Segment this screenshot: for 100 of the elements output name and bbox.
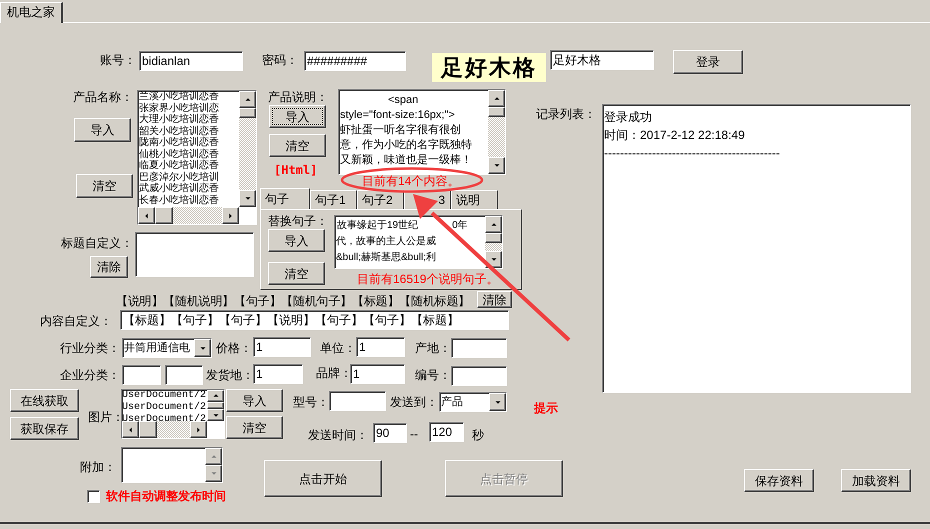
- input-field[interactable]: [122, 365, 161, 385]
- log-line: --------------------------------------------: [604, 145, 781, 162]
- input-field[interactable]: 1: [253, 337, 311, 357]
- captcha-image: 足好木格: [432, 53, 546, 82]
- input-field[interactable]: [165, 365, 203, 385]
- list-item[interactable]: 张家界小吃培训恋: [138, 102, 239, 114]
- field-label: 账号：: [100, 53, 136, 67]
- save-button[interactable]: 保存资料: [744, 469, 814, 492]
- list-item[interactable]: 仙桃小吃培训恋香: [138, 148, 239, 160]
- window-tab[interactable]: 机电之家: [0, 2, 63, 23]
- sentence-tab[interactable]: 句子: [260, 188, 310, 209]
- field-label: 附加：: [80, 460, 116, 474]
- input-field[interactable]: [451, 338, 507, 358]
- vertical-scrollbar[interactable]: [239, 91, 256, 207]
- horizontal-scrollbar[interactable]: [138, 207, 239, 224]
- sentence-tab[interactable]: 说明: [451, 190, 498, 209]
- scroll-thumb[interactable]: [239, 108, 256, 118]
- text-line: 代，故事的主人公是威: [336, 234, 436, 249]
- content-field[interactable]: 【标题】【句子】【句子】【说明】【句子】【句子】【标题】: [120, 310, 509, 330]
- scroll-right-button[interactable]: [190, 421, 207, 438]
- clear-button[interactable]: 清空: [76, 174, 133, 198]
- description-textarea[interactable]: <span style="font-size:16px;"> 虾扯蛋一听名字很有很创 意，作为小吃的名字既独特 又新颖，味道也是一级棒！: [338, 89, 506, 175]
- triangle-arrow-icon: [144, 212, 149, 220]
- auto-adjust-checkbox[interactable]: [87, 490, 100, 503]
- input-field[interactable]: 1: [350, 364, 405, 384]
- scroll-left-button[interactable]: [122, 421, 139, 438]
- triangle-arrow-icon: [490, 257, 498, 262]
- import-button[interactable]: 导入: [268, 229, 325, 252]
- industry-dropdown[interactable]: 井筒用通信电: [122, 338, 212, 358]
- horizontal-scrollbar[interactable]: [122, 421, 207, 438]
- scroll-left-button[interactable]: [138, 207, 155, 224]
- input-field[interactable]: 1: [253, 364, 303, 384]
- vertical-scrollbar[interactable]: [205, 448, 222, 482]
- scroll-up-button[interactable]: [485, 216, 502, 233]
- log-line: 时间：2017-2-12 22:18:49: [604, 127, 746, 144]
- log-textarea[interactable]: 登录成功 时间：2017-2-12 22:18:49 --------------------------------------------: [602, 104, 911, 393]
- vertical-scrollbar[interactable]: [207, 390, 224, 421]
- content-tag-list: 【说明】【随机说明】【句子】【随机句子】【标题】【随机标题】: [116, 294, 470, 308]
- list-item[interactable]: 长春小吃培训恋香: [138, 194, 239, 206]
- clear-button[interactable]: 清除: [90, 256, 128, 278]
- vertical-scrollbar[interactable]: [485, 216, 502, 268]
- unit-label: 秒: [472, 428, 484, 442]
- list-item[interactable]: 临夏小吃培训恋香: [138, 160, 239, 172]
- list-item[interactable]: 巴彦淖尔小吃培训: [138, 172, 239, 183]
- list-item[interactable]: 陇南小吃培训恋香: [138, 137, 239, 148]
- list-item[interactable]: 韶关小吃培训恋香: [138, 126, 239, 137]
- scroll-up-button[interactable]: [488, 90, 505, 107]
- time-to-field[interactable]: 120: [429, 422, 464, 442]
- extra-textarea[interactable]: [121, 447, 223, 483]
- clear-button[interactable]: 清空: [226, 416, 283, 439]
- captcha-field[interactable]: 足好木格: [550, 50, 654, 70]
- field-label: 产地：: [415, 341, 451, 355]
- load-button[interactable]: 加载资料: [841, 469, 911, 492]
- input-field[interactable]: 1: [356, 337, 405, 357]
- import-button[interactable]: 导入: [269, 105, 326, 128]
- scroll-up-button[interactable]: [239, 91, 256, 108]
- list-item[interactable]: 武威小吃培训恋香: [138, 183, 239, 194]
- field-label: 企业分类：: [60, 368, 120, 382]
- scroll-down-button[interactable]: [205, 465, 222, 482]
- clear-button[interactable]: 清空: [268, 262, 325, 285]
- scroll-thumb[interactable]: [485, 233, 502, 243]
- scroll-thumb[interactable]: [139, 421, 157, 438]
- triangle-arrow-icon: [210, 454, 218, 459]
- dropdown-button[interactable]: [194, 339, 211, 357]
- text-line: 故事缘起于19世纪: [337, 218, 418, 233]
- field-label: 发货地：: [206, 368, 254, 382]
- scroll-up-button[interactable]: [205, 448, 222, 465]
- import-button[interactable]: 导入: [226, 389, 283, 412]
- field-label: 发送时间：: [308, 428, 368, 442]
- scroll-down-button[interactable]: [207, 409, 224, 421]
- scroll-right-button[interactable]: [222, 207, 239, 224]
- input-field[interactable]: [329, 391, 386, 411]
- input-field[interactable]: [451, 366, 507, 386]
- scroll-thumb[interactable]: [155, 207, 173, 224]
- triangle-arrow-icon: [244, 196, 252, 201]
- scroll-down-button[interactable]: [488, 157, 505, 174]
- fetch-save-button[interactable]: 获取保存: [10, 417, 79, 440]
- sentence-tab[interactable]: 句子2: [357, 190, 404, 209]
- list-item[interactable]: 大理小吃培训恋香: [138, 114, 239, 126]
- sentence-textarea[interactable]: 故事缘起于19世纪 0年 代，故事的主人公是威 &bull;赫斯基思&bull;利: [334, 215, 503, 269]
- field-label: 替换句子：: [268, 214, 328, 228]
- scroll-up-button[interactable]: [207, 390, 224, 402]
- import-button[interactable]: 导入: [74, 118, 131, 142]
- account-field[interactable]: bidianlan: [139, 51, 243, 71]
- password-field[interactable]: #########: [304, 51, 406, 71]
- login-button[interactable]: 登录: [673, 50, 743, 74]
- time-from-field[interactable]: 90: [373, 423, 407, 443]
- clear-button[interactable]: 清除: [477, 291, 512, 308]
- field-label: 行业分类：: [60, 341, 120, 355]
- vertical-scrollbar[interactable]: [488, 90, 505, 174]
- send-to-dropdown[interactable]: 产品: [439, 392, 507, 412]
- start-button[interactable]: 点击开始: [264, 460, 382, 497]
- field-label: 产品名称：: [73, 90, 133, 104]
- clear-button[interactable]: 清空: [269, 134, 326, 157]
- sentence-tab[interactable]: 句子1: [310, 190, 357, 209]
- dropdown-button[interactable]: [489, 393, 506, 411]
- scroll-thumb[interactable]: [488, 107, 505, 117]
- scroll-down-button[interactable]: [239, 190, 256, 207]
- online-fetch-button[interactable]: 在线获取: [10, 389, 79, 412]
- title-textarea[interactable]: [135, 232, 254, 277]
